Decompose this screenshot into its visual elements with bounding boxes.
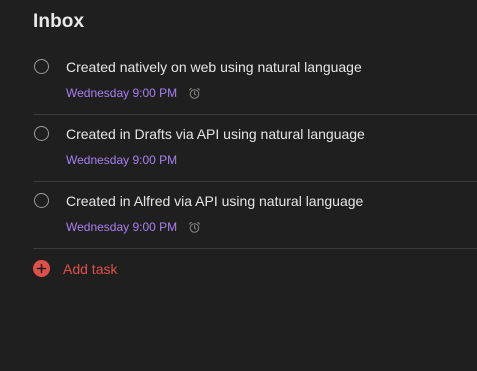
task-meta: Wednesday 9:00 PM [66,220,201,234]
task-checkbox[interactable] [34,126,49,141]
alarm-clock-icon [189,221,201,233]
add-task-label: Add task [63,260,118,277]
task-title[interactable]: Created natively on web using natural la… [66,59,362,75]
inbox-view: Inbox Created natively on web using natu… [0,0,477,371]
add-task-button[interactable]: Add task [33,260,117,277]
plus-circle-icon [33,260,50,277]
task-item[interactable]: Created natively on web using natural la… [33,47,477,115]
task-item[interactable]: Created in Drafts via API using natural … [33,114,477,182]
page-title: Inbox [33,11,85,32]
alarm-clock-icon [189,87,201,99]
task-title[interactable]: Created in Alfred via API using natural … [66,193,363,209]
due-date[interactable]: Wednesday 9:00 PM [66,220,177,234]
due-date[interactable]: Wednesday 9:00 PM [66,153,177,167]
task-item[interactable]: Created in Alfred via API using natural … [33,181,477,249]
task-meta: Wednesday 9:00 PM [66,86,201,100]
task-checkbox[interactable] [34,193,49,208]
task-meta: Wednesday 9:00 PM [66,153,177,167]
task-checkbox[interactable] [34,59,49,74]
due-date[interactable]: Wednesday 9:00 PM [66,86,177,100]
task-title[interactable]: Created in Drafts via API using natural … [66,126,365,142]
